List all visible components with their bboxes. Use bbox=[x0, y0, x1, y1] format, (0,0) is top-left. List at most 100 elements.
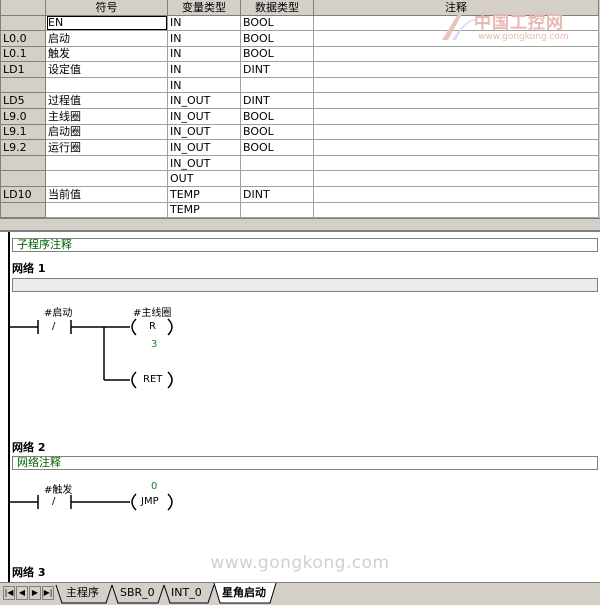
row-comment[interactable] bbox=[313, 76, 599, 94]
row-data-type[interactable]: DINT bbox=[240, 186, 314, 203]
table-row[interactable]: L9.0 主线圈 IN_OUT BOOL bbox=[0, 108, 599, 125]
network-2-comment-field[interactable]: 网络注释 bbox=[12, 456, 598, 470]
tab-sbr-0[interactable]: SBR_0 bbox=[117, 585, 158, 602]
next-tab-icon[interactable]: ▶ bbox=[29, 586, 41, 600]
local-variable-table: 符号 变量类型 数据类型 注释 EN IN BOOL L0.0 启动 IN BOOL L0.1… bbox=[0, 0, 600, 226]
row-data-type[interactable]: DINT bbox=[240, 92, 314, 110]
row-comment[interactable] bbox=[313, 186, 599, 203]
row-var-type[interactable]: IN_OUT bbox=[167, 139, 241, 156]
row-symbol[interactable] bbox=[45, 154, 168, 172]
table-row[interactable]: IN_OUT bbox=[0, 154, 599, 172]
row-data-type[interactable]: DINT bbox=[240, 61, 314, 78]
table-row[interactable]: IN bbox=[0, 76, 599, 94]
row-data-type[interactable]: BOOL bbox=[240, 45, 314, 63]
coil-r-right bbox=[167, 318, 173, 336]
row-var-type[interactable]: TEMP bbox=[167, 201, 241, 219]
row-symbol[interactable] bbox=[45, 170, 168, 188]
row-var-type[interactable]: IN_OUT bbox=[167, 123, 241, 141]
row-symbol[interactable] bbox=[45, 76, 168, 94]
row-var-type[interactable]: IN bbox=[167, 30, 241, 47]
row-comment[interactable] bbox=[313, 92, 599, 110]
row-var-type[interactable]: IN_OUT bbox=[167, 108, 241, 125]
table-row[interactable]: L9.2 运行圈 IN_OUT BOOL bbox=[0, 139, 599, 156]
coil-ret-right bbox=[167, 371, 173, 389]
row-data-type[interactable]: BOOL bbox=[240, 108, 314, 125]
header-symbol[interactable]: 符号 bbox=[45, 0, 168, 16]
coil-reset-symbol[interactable]: R bbox=[149, 321, 156, 332]
power-rail bbox=[8, 232, 10, 584]
row-var-type[interactable]: IN bbox=[167, 14, 241, 32]
header-data-type[interactable]: 数据类型 bbox=[240, 0, 314, 16]
row-address: LD1 bbox=[0, 61, 46, 78]
row-data-type[interactable] bbox=[240, 76, 314, 94]
row-var-type[interactable]: IN_OUT bbox=[167, 92, 241, 110]
table-row[interactable]: LD5 过程值 IN_OUT DINT bbox=[0, 92, 599, 110]
row-data-type[interactable] bbox=[240, 201, 314, 219]
prev-tab-icon[interactable]: ◀ bbox=[16, 586, 28, 600]
row-symbol[interactable]: 过程值 bbox=[45, 92, 168, 110]
network-1-title[interactable]: 网络 1 bbox=[12, 260, 45, 276]
contact-start-symbol: / bbox=[52, 321, 56, 332]
row-var-type[interactable]: IN bbox=[167, 61, 241, 78]
row-var-type[interactable]: IN bbox=[167, 76, 241, 94]
row-symbol[interactable]: 启动 bbox=[45, 30, 168, 47]
row-symbol[interactable]: 设定值 bbox=[45, 61, 168, 78]
logo-url: www.gongkong.com bbox=[478, 32, 569, 42]
row-symbol[interactable]: 主线圈 bbox=[45, 108, 168, 125]
row-var-type[interactable]: IN bbox=[167, 45, 241, 63]
contact-trigger-label[interactable]: #触发 bbox=[44, 481, 72, 496]
tab-int-0[interactable]: INT_0 bbox=[168, 585, 205, 602]
ladder-editor[interactable]: 子程序注释 网络 1 #启动 / #主线圈 R 3 RET 网络 2 网络注释 … bbox=[0, 230, 600, 584]
jmp-number[interactable]: 0 bbox=[151, 481, 157, 492]
table-row[interactable]: OUT bbox=[0, 170, 599, 188]
contact-trigger-symbol: / bbox=[52, 496, 56, 507]
tab-main-program[interactable]: 主程序 bbox=[63, 585, 102, 602]
table-row[interactable]: LD1 设定值 IN DINT bbox=[0, 61, 599, 78]
row-symbol[interactable]: 当前值 bbox=[45, 186, 168, 203]
coil-ret-left bbox=[131, 371, 137, 389]
jmp-coil-label[interactable]: JMP bbox=[141, 496, 159, 507]
table-row[interactable]: L0.1 触发 IN BOOL bbox=[0, 45, 599, 63]
row-data-type[interactable]: BOOL bbox=[240, 14, 314, 32]
network-1-comment-field[interactable] bbox=[12, 278, 598, 292]
contact-start-label[interactable]: #启动 bbox=[44, 304, 72, 319]
tab-star-delta-start[interactable]: 星角启动 bbox=[219, 585, 269, 602]
coil-reset-count[interactable]: 3 bbox=[151, 339, 157, 350]
row-comment[interactable] bbox=[313, 123, 599, 141]
row-comment[interactable] bbox=[313, 170, 599, 188]
row-data-type[interactable]: BOOL bbox=[240, 30, 314, 47]
row-symbol[interactable] bbox=[45, 201, 168, 219]
row-comment[interactable] bbox=[313, 45, 599, 63]
header-var-type[interactable]: 变量类型 bbox=[167, 0, 241, 16]
row-comment[interactable] bbox=[313, 154, 599, 172]
coil-main-label[interactable]: #主线圈 bbox=[133, 304, 171, 319]
row-symbol[interactable]: EN bbox=[45, 14, 168, 32]
row-var-type[interactable]: OUT bbox=[167, 170, 241, 188]
row-var-type[interactable]: IN_OUT bbox=[167, 154, 241, 172]
last-tab-icon[interactable]: ▶| bbox=[42, 586, 54, 600]
table-row[interactable]: L9.1 启动圈 IN_OUT BOOL bbox=[0, 123, 599, 141]
row-address: L9.0 bbox=[0, 108, 46, 125]
row-address: L9.1 bbox=[0, 123, 46, 141]
row-comment[interactable] bbox=[313, 61, 599, 78]
row-data-type[interactable]: BOOL bbox=[240, 123, 314, 141]
subroutine-comment-field[interactable]: 子程序注释 bbox=[12, 238, 598, 252]
row-comment[interactable] bbox=[313, 108, 599, 125]
row-address: LD5 bbox=[0, 92, 46, 110]
ret-coil-label[interactable]: RET bbox=[143, 374, 162, 385]
table-row[interactable]: LD10 当前值 TEMP DINT bbox=[0, 186, 599, 203]
row-var-type[interactable]: TEMP bbox=[167, 186, 241, 203]
row-data-type[interactable] bbox=[240, 154, 314, 172]
row-comment[interactable] bbox=[313, 201, 599, 219]
row-data-type[interactable]: BOOL bbox=[240, 139, 314, 156]
row-data-type[interactable] bbox=[240, 170, 314, 188]
row-comment[interactable] bbox=[313, 139, 599, 156]
logo-title: 中国工控网 bbox=[474, 13, 564, 33]
row-symbol[interactable]: 运行圈 bbox=[45, 139, 168, 156]
row-symbol[interactable]: 启动圈 bbox=[45, 123, 168, 141]
first-tab-icon[interactable]: |◀ bbox=[3, 586, 15, 600]
table-horizontal-scrollbar[interactable] bbox=[0, 218, 600, 226]
table-row[interactable]: TEMP bbox=[0, 201, 599, 219]
row-symbol[interactable]: 触发 bbox=[45, 45, 168, 63]
network-2-title[interactable]: 网络 2 bbox=[12, 439, 45, 455]
